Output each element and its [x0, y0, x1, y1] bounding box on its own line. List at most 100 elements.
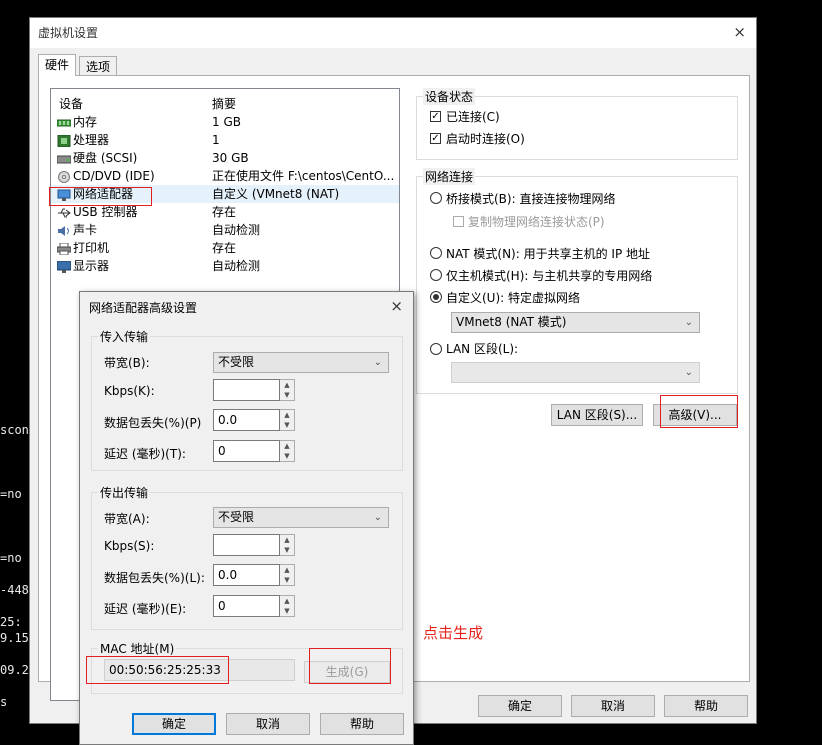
- bridged-label[interactable]: 桥接模式(B): 直接连接物理网络: [446, 190, 615, 207]
- highlight-advanced-button: [660, 395, 738, 428]
- device-row-memory[interactable]: 内存 1 GB: [51, 113, 399, 131]
- host-only-radio[interactable]: [430, 269, 442, 281]
- harddisk-icon: [56, 152, 72, 164]
- outgoing-latency-stepper[interactable]: ▲ ▼: [280, 595, 295, 617]
- outgoing-loss-input[interactable]: 0.0: [213, 564, 280, 586]
- outgoing-bandwidth-value: 不受限: [218, 510, 255, 524]
- device-summary: 自定义 (VMnet8 (NAT): [212, 187, 340, 201]
- outgoing-kbps-stepper[interactable]: ▲ ▼: [280, 534, 295, 556]
- terminal-line: 25:: [0, 615, 22, 629]
- highlight-mac-address: [86, 656, 229, 684]
- device-name: 处理器: [73, 133, 110, 147]
- cancel-button[interactable]: 取消: [571, 695, 655, 717]
- lan-segment-label[interactable]: LAN 区段(L):: [446, 340, 518, 357]
- device-name: 内存: [73, 115, 98, 129]
- printer-icon: [56, 242, 72, 256]
- connected-label[interactable]: 已连接(C): [446, 108, 500, 125]
- replicate-state-label: 复制物理网络连接状态(P): [468, 215, 605, 229]
- network-adapter-advanced-dialog: 网络适配器高级设置 × 传入传输 带宽(B): 不受限 ⌄ Kbps(K): ▲…: [79, 291, 414, 745]
- sound-icon: [57, 224, 71, 236]
- dialog-title: 网络适配器高级设置: [89, 301, 198, 315]
- dialog-help-button[interactable]: 帮助: [320, 713, 404, 735]
- window-title: 虚拟机设置: [38, 26, 99, 40]
- device-summary: 1: [212, 133, 220, 147]
- cpu-icon: [57, 134, 71, 148]
- outgoing-loss-label: 数据包丢失(%)(L):: [104, 571, 205, 585]
- incoming-kbps-label: Kbps(K):: [104, 384, 155, 398]
- device-summary: 30 GB: [212, 151, 249, 165]
- incoming-loss-label: 数据包丢失(%)(P): [104, 416, 202, 430]
- replicate-state-checkbox[interactable]: [453, 216, 464, 227]
- terminal-line: =no: [0, 487, 22, 501]
- device-name: 显示器: [73, 259, 110, 273]
- bridged-radio[interactable]: [430, 192, 442, 204]
- close-icon[interactable]: ×: [733, 23, 746, 41]
- device-summary: 1 GB: [212, 115, 241, 129]
- outgoing-loss-stepper[interactable]: ▲ ▼: [280, 564, 295, 586]
- host-only-label[interactable]: 仅主机模式(H): 与主机共享的专用网络: [446, 267, 652, 284]
- connect-at-power-on-checkbox[interactable]: ✓: [430, 133, 441, 144]
- outgoing-bandwidth-select[interactable]: 不受限 ⌄: [213, 507, 389, 528]
- dialog-cancel-button[interactable]: 取消: [226, 713, 310, 735]
- ok-button[interactable]: 确定: [478, 695, 562, 717]
- incoming-kbps-input[interactable]: [213, 379, 280, 401]
- device-row-cdrom[interactable]: CD/DVD (IDE) 正在使用文件 F:\centos\CentO...: [51, 167, 399, 185]
- terminal-line: scon: [0, 423, 29, 437]
- summary-column-header[interactable]: 摘要: [212, 95, 236, 112]
- network-connection-title: 网络连接: [423, 168, 476, 185]
- highlight-network-adapter: [49, 187, 152, 206]
- device-row-printer[interactable]: 打印机 存在: [51, 239, 399, 257]
- device-name: 打印机: [73, 241, 110, 255]
- terminal-line: -448: [0, 583, 29, 597]
- device-status-group: [416, 96, 738, 160]
- close-icon[interactable]: ×: [390, 297, 403, 315]
- lan-segments-button[interactable]: LAN 区段(S)...: [551, 404, 643, 426]
- custom-network-select[interactable]: VMnet8 (NAT 模式) ⌄: [451, 312, 700, 333]
- nat-label[interactable]: NAT 模式(N): 用于共享主机的 IP 地址: [446, 245, 650, 262]
- incoming-bandwidth-select[interactable]: 不受限 ⌄: [213, 352, 389, 373]
- outgoing-latency-label: 延迟 (毫秒)(E):: [104, 602, 187, 616]
- incoming-latency-label: 延迟 (毫秒)(T):: [104, 447, 186, 461]
- device-row-harddisk[interactable]: 硬盘 (SCSI) 30 GB: [51, 149, 399, 167]
- dialog-ok-button[interactable]: 确定: [132, 713, 216, 735]
- device-name: 声卡: [73, 223, 98, 237]
- device-summary: 正在使用文件 F:\centos\CentO...: [212, 169, 395, 183]
- terminal-line: 9.15: [0, 631, 29, 645]
- incoming-loss-input[interactable]: 0.0: [213, 409, 280, 431]
- nat-radio[interactable]: [430, 247, 442, 259]
- custom-label[interactable]: 自定义(U): 特定虚拟网络: [446, 289, 580, 306]
- device-summary: 存在: [212, 241, 237, 255]
- connect-at-power-on-label[interactable]: 启动时连接(O): [446, 130, 525, 147]
- device-summary: 自动检测: [212, 223, 261, 237]
- device-column-header[interactable]: 设备: [59, 95, 83, 112]
- incoming-transfer-title: 传入传输: [98, 328, 151, 345]
- lan-segment-select[interactable]: ⌄: [451, 362, 700, 383]
- incoming-latency-input[interactable]: 0: [213, 440, 280, 462]
- terminal-line: 09.2: [0, 663, 29, 677]
- incoming-kbps-stepper[interactable]: ▲ ▼: [280, 379, 295, 401]
- device-row-display[interactable]: 显示器 自动检测: [51, 257, 399, 275]
- device-name: CD/DVD (IDE): [73, 169, 155, 183]
- help-button[interactable]: 帮助: [664, 695, 748, 717]
- incoming-bandwidth-label: 带宽(B):: [104, 356, 150, 370]
- usb-icon: [57, 206, 71, 218]
- chevron-down-icon: ⌄: [373, 357, 382, 368]
- title-bar: 虚拟机设置 ×: [30, 18, 756, 48]
- tab-options[interactable]: 选项: [79, 56, 118, 76]
- memory-icon: [56, 116, 72, 128]
- device-summary: 存在: [212, 205, 237, 219]
- chevron-down-icon: ⌄: [684, 367, 693, 378]
- tab-hardware[interactable]: 硬件: [38, 54, 77, 76]
- device-row-sound[interactable]: 声卡 自动检测: [51, 221, 399, 239]
- terminal-line: s: [0, 695, 8, 709]
- outgoing-latency-input[interactable]: 0: [213, 595, 280, 617]
- custom-radio[interactable]: [430, 291, 442, 303]
- incoming-loss-stepper[interactable]: ▲ ▼: [280, 409, 295, 431]
- device-status-title: 设备状态: [423, 88, 476, 105]
- connected-checkbox[interactable]: ✓: [430, 111, 441, 122]
- device-row-processor[interactable]: 处理器 1: [51, 131, 399, 149]
- annotation-label: 点击生成: [423, 624, 484, 642]
- incoming-latency-stepper[interactable]: ▲ ▼: [280, 440, 295, 462]
- lan-segment-radio[interactable]: [430, 343, 442, 355]
- outgoing-kbps-input[interactable]: [213, 534, 280, 556]
